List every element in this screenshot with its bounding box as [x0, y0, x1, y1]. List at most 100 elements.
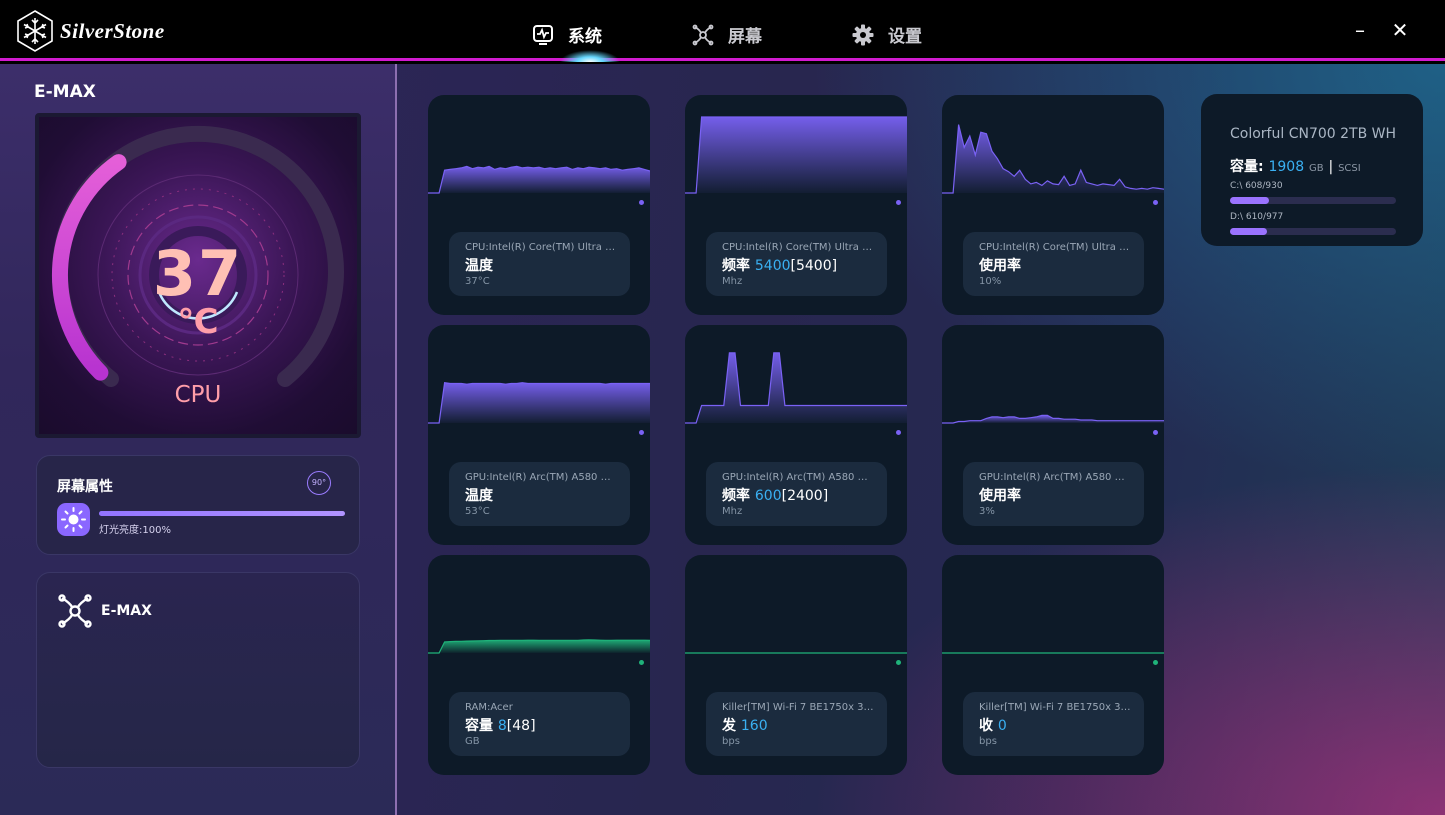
brand-logo: SilverStone — [16, 10, 165, 52]
metric-source: CPU:Intel(R) Core(TM) Ultra 7… — [979, 242, 1131, 253]
sparkline-chart — [685, 652, 907, 654]
metric-source: CPU:Intel(R) Core(TM) Ultra 7… — [465, 242, 617, 253]
metric-card[interactable]: GPU:Intel(R) Arc(TM) A580 Gra… 使用率 3% — [942, 325, 1164, 545]
metric-current: 0 — [997, 718, 1007, 734]
sparkline-area — [685, 117, 907, 193]
metric-name-line: 频率 5400[5400] — [722, 257, 887, 275]
device-panel: E-MAX 37 ℃ CPU 屏幕属性 90° 灯光亮度:100% E-MAX — [0, 64, 397, 815]
main-area: E-MAX 37 ℃ CPU 屏幕属性 90° 灯光亮度:100% E-MAX … — [0, 64, 1445, 815]
metric-card[interactable]: CPU:Intel(R) Core(TM) Ultra 7… 频率 5400[54… — [685, 95, 907, 315]
metric-current: 8 — [497, 718, 507, 734]
live-dot — [639, 660, 644, 665]
metric-name: 频率 — [722, 258, 750, 274]
volume-d-label: D:\ 610/977 — [1230, 212, 1284, 222]
metric-name-line: 发 160 — [722, 717, 887, 735]
metric-source: GPU:Intel(R) Arc(TM) A580 Gra… — [979, 472, 1131, 483]
screen-preview[interactable]: 37 ℃ CPU — [35, 113, 361, 438]
metric-name: 温度 — [465, 488, 493, 504]
metric-card[interactable]: Killer[TM] Wi-Fi 7 BE1750x 320… 收 0 bps — [942, 555, 1164, 775]
metric-name: 容量 — [465, 718, 493, 734]
metric-sub: bps — [979, 736, 997, 747]
metric-info: GPU:Intel(R) Arc(TM) A580 Gra… 使用率 3% — [963, 462, 1144, 526]
device-section-title: E-MAX — [34, 82, 96, 102]
storage-capacity-unit: GB — [1309, 163, 1324, 174]
tab-settings-label: 设置 — [888, 27, 922, 47]
fan-icon — [692, 24, 714, 45]
brightness-slider[interactable] — [99, 511, 345, 516]
active-tab-indicator — [560, 50, 620, 62]
metric-info: RAM:Acer 容量 8[48] GB — [449, 692, 630, 756]
cpu-temp-label: CPU — [174, 382, 222, 408]
metric-name: 使用率 — [979, 488, 1021, 504]
sparkline-chart — [428, 382, 650, 424]
metric-name: 温度 — [465, 258, 493, 274]
live-dot — [639, 200, 644, 205]
volume-c-usage-bar — [1230, 197, 1396, 204]
screen-properties-title: 屏幕属性 — [57, 479, 113, 495]
tab-system-label: 系统 — [568, 27, 602, 47]
metric-name-line: 收 0 — [979, 717, 1144, 735]
metric-name: 频率 — [722, 488, 750, 504]
metric-card[interactable]: CPU:Intel(R) Core(TM) Ultra 7… 温度 37°C — [428, 95, 650, 315]
storage-capacity-label: 容量: — [1230, 159, 1264, 175]
metric-current: 5400 — [754, 258, 791, 274]
metric-source: Killer[TM] Wi-Fi 7 BE1750x 320… — [722, 702, 874, 713]
metric-sub: 53°C — [465, 506, 490, 517]
sun-icon — [61, 507, 86, 532]
metric-name: 发 — [722, 718, 736, 734]
metric-card[interactable]: CPU:Intel(R) Core(TM) Ultra 7… 使用率 10% — [942, 95, 1164, 315]
brightness-button[interactable] — [57, 503, 90, 536]
sparkline-area — [428, 382, 650, 423]
cpu-temp-unit: ℃ — [177, 302, 219, 342]
metric-source: CPU:Intel(R) Core(TM) Ultra 7… — [722, 242, 874, 253]
metric-max: [48] — [506, 718, 536, 734]
metric-name-line: 温度 — [465, 257, 630, 275]
volume-d-usage-bar — [1230, 228, 1396, 235]
live-dot — [639, 430, 644, 435]
sparkline-chart — [942, 414, 1164, 424]
metric-sub: 10% — [979, 276, 1002, 287]
metric-info: GPU:Intel(R) Arc(TM) A580 Gra… 温度 53°C — [449, 462, 630, 526]
metric-name: 收 — [979, 718, 993, 734]
monitor-heart-icon — [533, 24, 553, 45]
tab-screen[interactable]: 屏幕 — [692, 22, 762, 47]
metric-source: GPU:Intel(R) Arc(TM) A580 Gra… — [722, 472, 874, 483]
metric-name-line: 使用率 — [979, 257, 1144, 275]
gear-icon — [852, 24, 874, 45]
device-card[interactable]: E-MAX — [36, 572, 360, 768]
brightness-slider-fill — [99, 511, 345, 516]
close-button[interactable]: ✕ — [1388, 18, 1412, 42]
metric-info: GPU:Intel(R) Arc(TM) A580 Gra… 频率 600[240… — [706, 462, 887, 526]
metric-current: 600 — [754, 488, 782, 504]
storage-interface: SCSI — [1338, 163, 1361, 174]
metric-name-line: 温度 — [465, 487, 630, 505]
metric-card[interactable]: GPU:Intel(R) Arc(TM) A580 Gra… 频率 600[240… — [685, 325, 907, 545]
tab-system[interactable]: 系统 — [532, 22, 602, 47]
sparkline-area — [942, 124, 1164, 193]
sparkline-chart — [685, 352, 907, 424]
rotate-90-button[interactable]: 90° — [307, 471, 331, 495]
metric-card[interactable]: GPU:Intel(R) Arc(TM) A580 Gra… 温度 53°C — [428, 325, 650, 545]
live-dot — [1153, 660, 1158, 665]
volume-c-label: C:\ 608/930 — [1230, 181, 1283, 191]
metric-sub: 37°C — [465, 276, 490, 287]
minimize-button[interactable]: – — [1348, 18, 1372, 42]
metric-max: [2400] — [781, 488, 829, 504]
storage-separator: | — [1328, 159, 1334, 175]
device-name: E-MAX — [101, 603, 152, 619]
tab-settings[interactable]: 设置 — [852, 22, 922, 47]
metric-current: 160 — [740, 718, 768, 734]
metric-sub: bps — [722, 736, 740, 747]
metric-info: CPU:Intel(R) Core(TM) Ultra 7… 使用率 10% — [963, 232, 1144, 296]
metric-card[interactable]: Killer[TM] Wi-Fi 7 BE1750x 320… 发 160 bps — [685, 555, 907, 775]
metric-card[interactable]: RAM:Acer 容量 8[48] GB — [428, 555, 650, 775]
volume-c-usage-fill — [1230, 197, 1270, 204]
sparkline-chart — [428, 165, 650, 194]
metric-info: CPU:Intel(R) Core(TM) Ultra 7… 频率 5400[54… — [706, 232, 887, 296]
storage-card[interactable]: Colorful CN700 2TB WH 容量: 1908 GB | SCSI… — [1201, 94, 1423, 246]
title-bar: SilverStone 系统 屏幕 设置 – ✕ — [0, 0, 1445, 62]
screen-properties-panel: 屏幕属性 90° 灯光亮度:100% — [36, 455, 360, 555]
brightness-label: 灯光亮度:100% — [99, 525, 171, 536]
snowflake-logo-icon — [17, 10, 53, 52]
cpu-temp-value: 37 — [152, 237, 244, 310]
